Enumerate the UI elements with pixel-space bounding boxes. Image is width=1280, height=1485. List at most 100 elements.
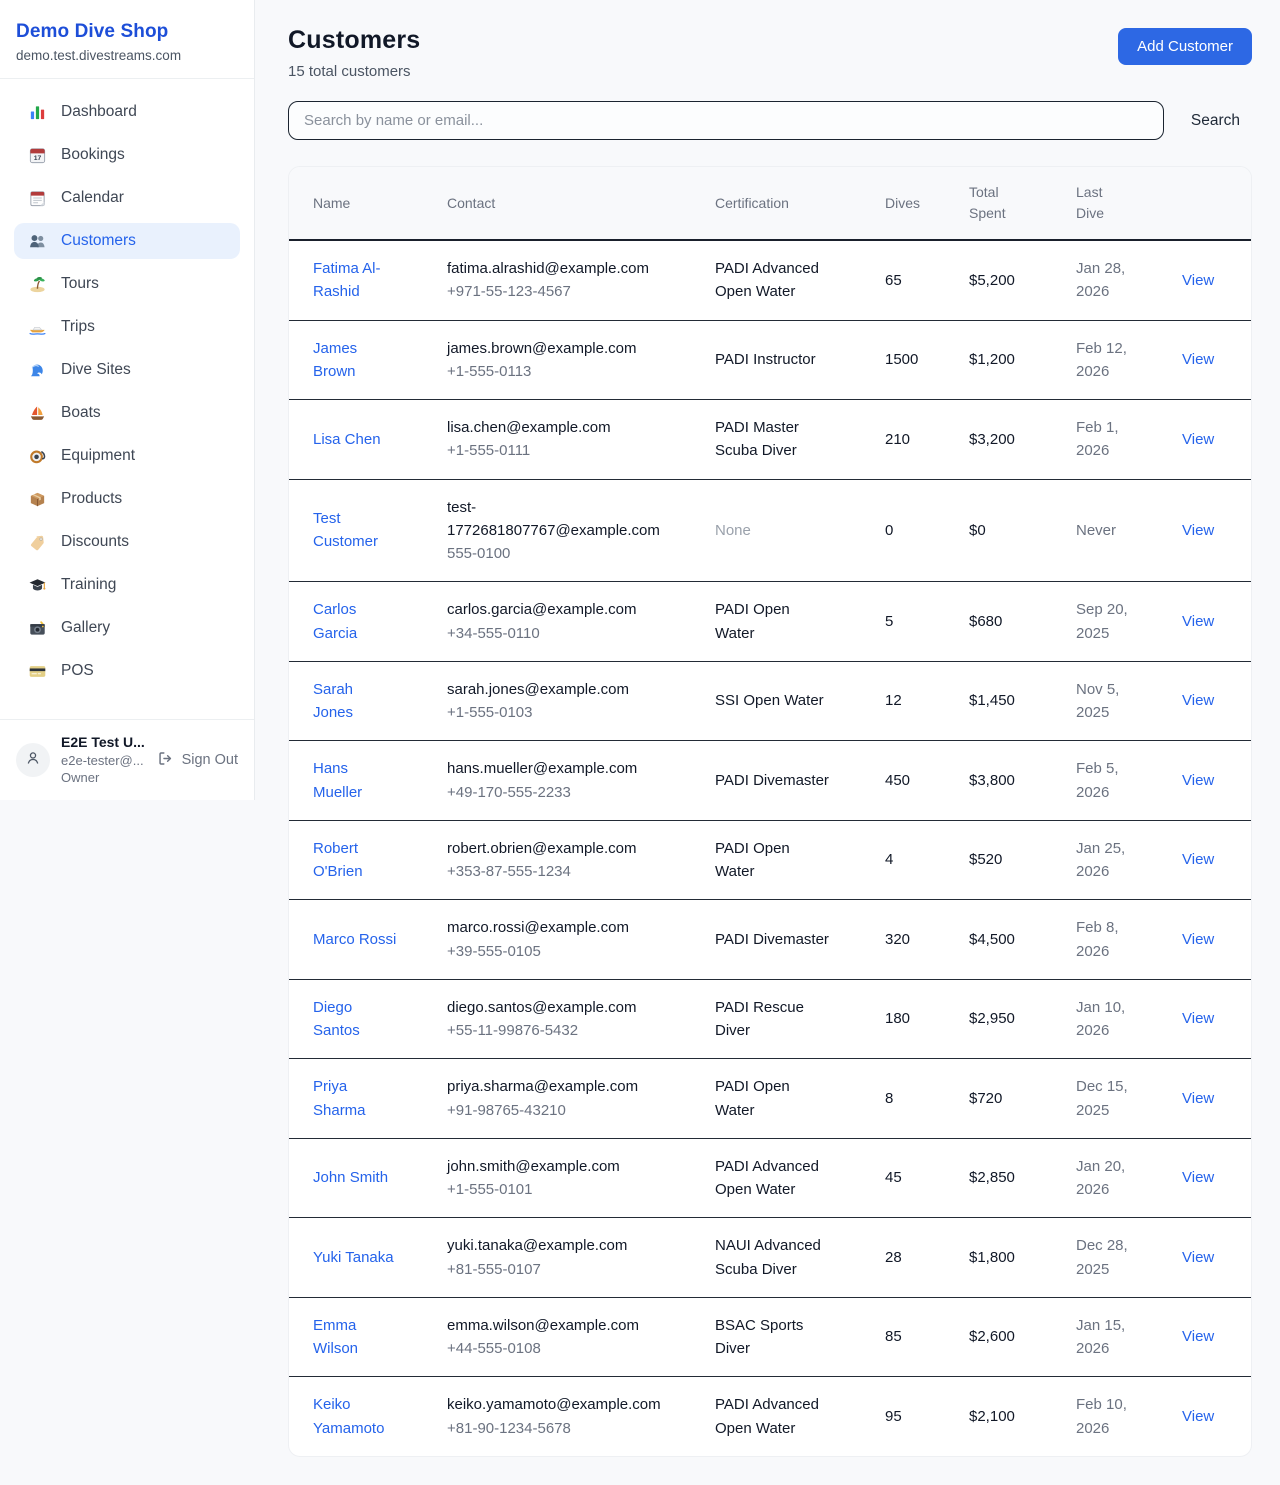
view-link[interactable]: View (1182, 1010, 1214, 1027)
view-link[interactable]: View (1182, 431, 1214, 448)
sidebar-item-training[interactable]: Training (14, 567, 240, 603)
column-header-dives: Dives (873, 167, 957, 240)
view-link[interactable]: View (1182, 692, 1214, 709)
customer-phone: +81-90-1234-5678 (447, 1417, 665, 1440)
user-section: E2E Test U... e2e-tester@... Owner Sign … (0, 719, 254, 800)
sidebar-item-calendar[interactable]: Calendar (14, 180, 240, 216)
view-link[interactable]: View (1182, 272, 1214, 289)
customer-last-dive: Feb 10, 2026 (1076, 1393, 1146, 1440)
customer-name-link[interactable]: Diego Santos (313, 1022, 397, 1039)
customer-name-link[interactable]: Test Customer (313, 533, 397, 550)
add-customer-button[interactable]: Add Customer (1118, 28, 1252, 65)
view-link[interactable]: View (1182, 1408, 1214, 1425)
customer-name-link[interactable]: Marco Rossi (313, 931, 396, 948)
sidebar-item-equipment[interactable]: Equipment (14, 438, 240, 474)
view-link[interactable]: View (1182, 1249, 1214, 1266)
customer-phone: +1-555-0111 (447, 439, 665, 462)
column-header-certification: Certification (703, 167, 873, 240)
customer-dives: 450 (873, 741, 957, 821)
customer-last-dive: Jan 25, 2026 (1076, 837, 1146, 884)
customer-email: robert.obrien@example.com (447, 837, 665, 860)
customer-certification: PADI Open Water (715, 598, 833, 645)
calendar-date-icon: 17 (27, 145, 47, 165)
package-icon (27, 489, 47, 509)
customer-total-spent: $1,200 (957, 320, 1064, 400)
customer-name-link[interactable]: Emma Wilson (313, 1340, 397, 1357)
tag-icon (27, 532, 47, 552)
sidebar-item-trips[interactable]: Trips (14, 309, 240, 345)
sidebar: Demo Dive Shop demo.test.divestreams.com… (0, 0, 255, 800)
sign-out-icon (157, 750, 174, 771)
avatar (16, 743, 50, 777)
table-row: Carlos Garcia carlos.garcia@example.com … (289, 582, 1251, 662)
sidebar-item-customers[interactable]: Customers (14, 223, 240, 259)
view-link[interactable]: View (1182, 851, 1214, 868)
customer-name-link[interactable]: John Smith (313, 1169, 388, 1186)
customer-certification: PADI Instructor (715, 348, 816, 371)
view-link[interactable]: View (1182, 613, 1214, 630)
customer-last-dive: Feb 8, 2026 (1076, 916, 1146, 963)
view-link[interactable]: View (1182, 772, 1214, 789)
customer-certification: PADI Divemaster (715, 928, 829, 951)
wave-icon (27, 360, 47, 380)
customer-phone: +1-555-0103 (447, 701, 665, 724)
customer-total-spent: $2,600 (957, 1297, 1064, 1377)
sign-out-button[interactable]: Sign Out (157, 750, 240, 771)
diving-mask-icon (27, 446, 47, 466)
view-link[interactable]: View (1182, 1328, 1214, 1345)
customer-name-link[interactable]: Priya Sharma (313, 1102, 397, 1119)
customer-certification: PADI Master Scuba Diver (715, 416, 833, 463)
customer-phone: +1-555-0101 (447, 1178, 665, 1201)
customer-name-link[interactable]: Sarah Jones (313, 704, 397, 721)
view-link[interactable]: View (1182, 931, 1214, 948)
view-link[interactable]: View (1182, 351, 1214, 368)
customer-name-link[interactable]: Carlos Garcia (313, 625, 397, 642)
customer-email: hans.mueller@example.com (447, 757, 665, 780)
customer-name-link[interactable]: James Brown (313, 363, 397, 380)
customer-name-link[interactable]: Lisa Chen (313, 431, 381, 448)
people-icon (27, 231, 47, 251)
view-link[interactable]: View (1182, 522, 1214, 539)
table-row: Lisa Chen lisa.chen@example.com +1-555-0… (289, 400, 1251, 480)
customer-last-dive: Feb 1, 2026 (1076, 416, 1146, 463)
customer-phone: +44-555-0108 (447, 1337, 665, 1360)
customer-phone: +81-555-0107 (447, 1258, 665, 1281)
user-role: Owner (61, 769, 146, 787)
main-content: Customers 15 total customers Add Custome… (255, 0, 1280, 1457)
customer-dives: 8 (873, 1059, 957, 1139)
customer-total-spent: $2,850 (957, 1138, 1064, 1218)
customer-phone: +353-87-555-1234 (447, 860, 665, 883)
sidebar-item-bookings[interactable]: 17 Bookings (14, 137, 240, 173)
customer-email: priya.sharma@example.com (447, 1075, 665, 1098)
customer-name-link[interactable]: Hans Mueller (313, 784, 397, 801)
sidebar-item-discounts[interactable]: Discounts (14, 524, 240, 560)
sidebar-item-boats[interactable]: Boats (14, 395, 240, 431)
sidebar-item-dashboard[interactable]: Dashboard (14, 94, 240, 130)
bar-chart-icon (27, 102, 47, 122)
search-input[interactable] (288, 101, 1164, 140)
view-link[interactable]: View (1182, 1169, 1214, 1186)
sidebar-item-pos[interactable]: POS (14, 653, 240, 689)
sidebar-item-tours[interactable]: Tours (14, 266, 240, 302)
customer-name-link[interactable]: Robert O'Brien (313, 863, 397, 880)
customer-dives: 5 (873, 582, 957, 662)
customer-certification: PADI Open Water (715, 1075, 833, 1122)
customer-last-dive: Jan 10, 2026 (1076, 996, 1146, 1043)
credit-card-icon (27, 661, 47, 681)
view-link[interactable]: View (1182, 1090, 1214, 1107)
customer-total-spent: $520 (957, 820, 1064, 900)
customer-name-link[interactable]: Keiko Yamamoto (313, 1420, 397, 1437)
table-row: Robert O'Brien robert.obrien@example.com… (289, 820, 1251, 900)
sign-out-label: Sign Out (182, 752, 238, 768)
customer-dives: 320 (873, 900, 957, 980)
customer-name-link[interactable]: Fatima Al-Rashid (313, 283, 397, 300)
customer-last-dive: Jan 15, 2026 (1076, 1314, 1146, 1361)
svg-text:17: 17 (33, 155, 41, 162)
search-button[interactable]: Search (1191, 112, 1240, 130)
sidebar-item-dive-sites[interactable]: Dive Sites (14, 352, 240, 388)
sidebar-item-gallery[interactable]: Gallery (14, 610, 240, 646)
sidebar-item-products[interactable]: Products (14, 481, 240, 517)
customer-total-spent: $0 (957, 479, 1064, 582)
customer-last-dive: Dec 28, 2025 (1076, 1234, 1146, 1281)
customer-name-link[interactable]: Yuki Tanaka (313, 1249, 394, 1266)
